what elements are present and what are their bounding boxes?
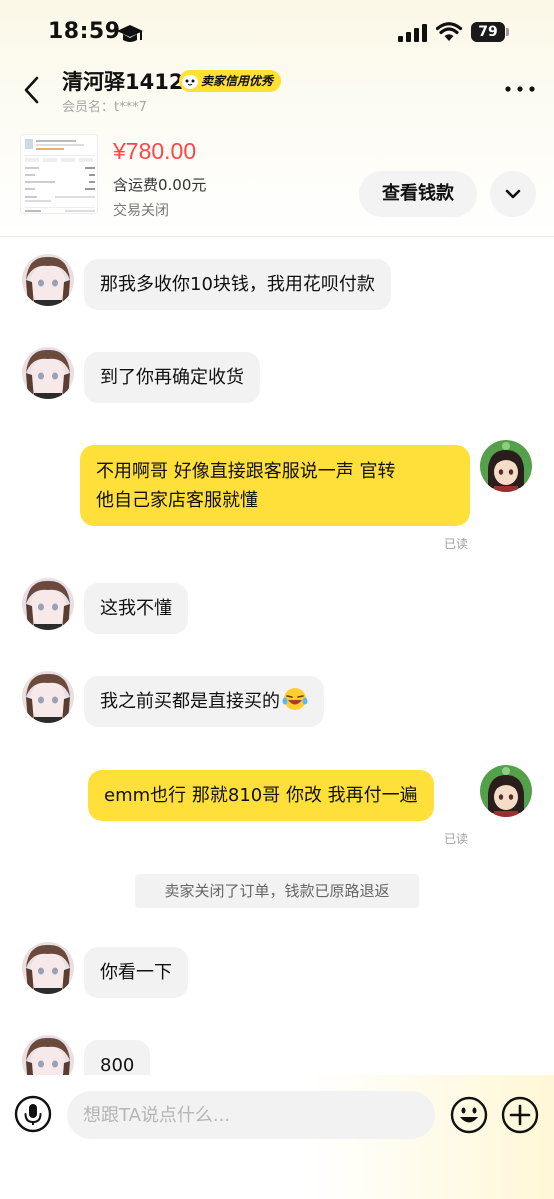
member-id: t***7	[114, 100, 147, 115]
battery-tip	[506, 28, 509, 36]
my-avatar[interactable]	[480, 440, 532, 492]
read-receipt: 已读	[444, 832, 469, 846]
incoming-message[interactable]: 到了你再确定收货	[84, 352, 260, 403]
plus-icon[interactable]	[501, 1096, 539, 1134]
seller-avatar[interactable]	[22, 671, 74, 723]
view-money-button[interactable]: 查看钱款	[359, 171, 477, 217]
outgoing-message[interactable]: emm也行 那就810哥 你改 我再付一遍	[88, 770, 434, 821]
emoji-icon[interactable]	[450, 1096, 488, 1134]
member-line: 会员名：t***7	[62, 96, 147, 115]
incoming-message[interactable]: 我之前买都是直接买的	[84, 676, 324, 727]
outgoing-message-line: 不用啊哥 好像直接跟客服说一声 官转	[96, 461, 396, 482]
incoming-message[interactable]: 这我不懂	[84, 583, 188, 634]
chevron-down-icon	[505, 189, 521, 199]
fish-mascot-icon	[182, 75, 198, 89]
incoming-message[interactable]: 你看一下	[84, 947, 188, 998]
order-screenshot-thumbnail	[25, 139, 95, 212]
credit-badge-label: 卖家信用优秀	[201, 74, 274, 88]
member-label: 会员名：	[62, 100, 115, 115]
incoming-message[interactable]: 那我多收你10块钱，我用花呗付款	[84, 259, 391, 310]
seller-credit-badge: 卖家信用优秀	[179, 70, 282, 92]
incoming-message[interactable]: 800	[84, 1040, 151, 1075]
seller-avatar[interactable]	[22, 347, 74, 399]
more-icon[interactable]	[502, 80, 538, 98]
outgoing-message-line: 他自己家店客服就懂	[96, 490, 258, 511]
battery-indicator: 79	[471, 22, 509, 42]
cellular-signal-icon	[398, 24, 427, 42]
seller-avatar[interactable]	[22, 254, 74, 306]
shipping-fee: 含运费0.00元	[113, 176, 207, 194]
trade-status: 交易关闭	[113, 203, 169, 219]
status-bar: 18:59 79	[0, 0, 554, 64]
read-receipt: 已读	[444, 537, 469, 551]
my-avatar[interactable]	[480, 765, 532, 817]
outgoing-message[interactable]: 不用啊哥 好像直接跟客服说一声 官转 他自己家店客服就懂	[80, 445, 470, 526]
graduation-cap-icon	[117, 25, 143, 42]
incoming-message-text: 我之前买都是直接买的	[100, 691, 280, 712]
expand-button[interactable]	[490, 171, 536, 217]
status-time: 18:59	[48, 19, 121, 44]
product-price: ¥780.00	[113, 138, 197, 164]
seller-avatar[interactable]	[22, 578, 74, 630]
seller-avatar[interactable]	[22, 1035, 74, 1075]
system-message: 卖家关闭了订单，钱款已原路退返	[135, 874, 419, 908]
seller-name[interactable]: 清河驿1412	[62, 66, 183, 96]
microphone-icon[interactable]	[14, 1095, 52, 1133]
product-thumbnail[interactable]	[20, 134, 98, 214]
message-input[interactable]	[67, 1091, 435, 1139]
wifi-icon	[436, 22, 462, 41]
laughing-emoji-icon	[282, 688, 308, 710]
chat-area[interactable]: 那我多收你10块钱，我用花呗付款 到了你再确定收货 不用啊哥 好像直接跟客服说一…	[0, 237, 554, 1075]
back-arrow-icon[interactable]	[18, 72, 46, 108]
battery-level: 79	[471, 22, 505, 42]
seller-avatar[interactable]	[22, 942, 74, 994]
